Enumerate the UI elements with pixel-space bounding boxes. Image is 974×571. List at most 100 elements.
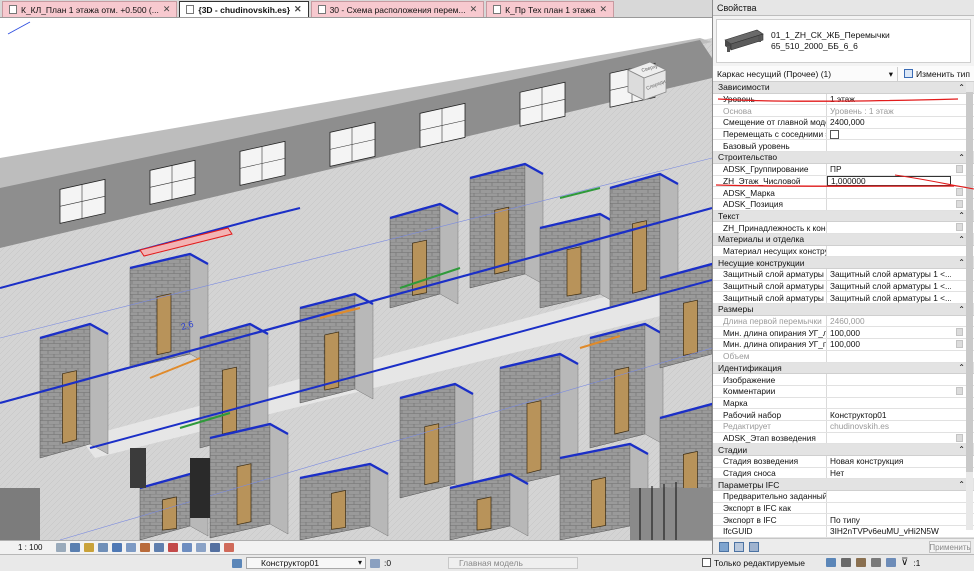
property-value[interactable]: Защитный слой арматуры 1 <... bbox=[827, 269, 951, 280]
property-row[interactable]: Экспорт в IFC как bbox=[713, 502, 974, 515]
property-value[interactable]: Нет bbox=[827, 468, 951, 479]
editable-only-toggle[interactable]: Только редактируемые ⊽ :1 bbox=[702, 557, 920, 568]
apply-button[interactable]: Применить bbox=[929, 541, 971, 553]
property-value[interactable] bbox=[827, 433, 951, 444]
property-row[interactable]: Изображение bbox=[713, 374, 974, 386]
property-row[interactable]: ADSK_Этап возведения bbox=[713, 432, 974, 445]
active-workset-dropdown[interactable]: Конструктор01 bbox=[246, 557, 366, 569]
3d-model-scene[interactable]: 2,6 bbox=[0, 18, 712, 540]
crop-view-icon[interactable] bbox=[126, 543, 136, 552]
property-value[interactable] bbox=[827, 140, 951, 151]
property-value[interactable] bbox=[827, 503, 951, 514]
collapse-icon[interactable]: ⌃ bbox=[958, 480, 965, 489]
property-row[interactable]: Длина первой перемычки 2460,000 bbox=[713, 315, 974, 328]
property-row[interactable]: Защитный слой арматуры - ... Защитный сло… bbox=[713, 292, 974, 305]
drag-on-selection-icon[interactable] bbox=[885, 558, 896, 567]
property-row[interactable]: Мин. длина опирания УГ_левая100,000 bbox=[713, 327, 974, 340]
checkbox-icon[interactable] bbox=[830, 129, 839, 139]
property-row[interactable]: Защитный слой арматуры - ... Защитный сло… bbox=[713, 269, 974, 281]
property-row[interactable]: Объем bbox=[713, 350, 974, 363]
sun-path-icon[interactable] bbox=[84, 543, 94, 552]
associate-parameter-icon[interactable] bbox=[956, 223, 963, 232]
property-row[interactable]: ADSK_Группирование ПР bbox=[713, 163, 974, 176]
property-row[interactable]: ZH_Этаж_Числовой 1,000000 bbox=[713, 175, 974, 188]
close-icon[interactable]: ✕ bbox=[599, 4, 607, 15]
property-value[interactable]: Новая конструкция bbox=[827, 456, 951, 467]
select-underlay-icon[interactable] bbox=[840, 558, 851, 567]
highlight-displacement-icon[interactable] bbox=[210, 543, 220, 552]
property-value[interactable] bbox=[827, 129, 951, 140]
view-tab[interactable]: К_КЛ_План 1 этажа отм. +0.500 (... ✕ bbox=[2, 1, 178, 17]
associate-parameter-icon[interactable] bbox=[956, 433, 963, 442]
select-by-face-icon[interactable] bbox=[870, 558, 881, 567]
instance-filter-dropdown[interactable]: Каркас несущий (Прочее) (1) ▾ bbox=[717, 69, 897, 79]
worksets-dialog-icon[interactable] bbox=[370, 558, 380, 568]
property-row[interactable]: Стадия сноса Нет bbox=[713, 467, 974, 480]
select-links-icon[interactable] bbox=[825, 558, 836, 567]
property-row[interactable]: Стадия возведения Новая конструкция bbox=[713, 456, 974, 468]
property-value[interactable]: Уровень : 1 этаж bbox=[827, 105, 951, 116]
property-row[interactable]: Смещение от главной модели2400,000 bbox=[713, 117, 974, 129]
collapse-icon[interactable]: ⌃ bbox=[958, 305, 965, 314]
properties-scrollbar[interactable] bbox=[966, 82, 973, 530]
property-row[interactable]: Рабочий набор Конструктор01 bbox=[713, 409, 974, 421]
property-category[interactable]: Несущие конструкции ⌃ bbox=[713, 257, 974, 269]
close-icon[interactable]: ✕ bbox=[163, 4, 171, 15]
viewcube-icon[interactable]: Сверху Спереди bbox=[620, 56, 670, 104]
properties-sort-icon[interactable] bbox=[734, 541, 744, 552]
property-category[interactable]: Материалы и отделка ⌃ bbox=[713, 233, 974, 246]
property-value[interactable] bbox=[827, 351, 951, 362]
view-tab[interactable]: {3D - chudinovskih.es} ✕ bbox=[179, 1, 309, 17]
view-tab[interactable]: 30 - Схема расположения перем... ✕ bbox=[310, 1, 485, 17]
property-row[interactable]: Предварительно заданный ти... bbox=[713, 491, 974, 503]
property-category[interactable]: Стадии ⌃ bbox=[713, 444, 974, 456]
property-value[interactable] bbox=[827, 398, 951, 409]
property-row[interactable]: Базовый уровень bbox=[713, 140, 974, 153]
view-scale[interactable]: 1 : 100 bbox=[18, 543, 52, 552]
property-row[interactable]: Редактирует chudinovskih.es bbox=[713, 420, 974, 433]
property-value[interactable]: 100,000 bbox=[827, 327, 951, 338]
property-category[interactable]: Размеры ⌃ bbox=[713, 304, 974, 316]
property-row[interactable]: ZH_Принадлежность к конст... bbox=[713, 222, 974, 234]
property-row[interactable]: Марка bbox=[713, 397, 974, 410]
filter-icon[interactable]: ⊽ bbox=[901, 557, 908, 568]
reveal-hidden-icon[interactable] bbox=[182, 543, 192, 552]
checkbox-icon[interactable] bbox=[702, 558, 711, 567]
lock-view-icon[interactable] bbox=[154, 543, 164, 552]
property-row[interactable]: ADSK_Позиция bbox=[713, 198, 974, 211]
collapse-icon[interactable]: ⌃ bbox=[958, 445, 965, 454]
collapse-icon[interactable]: ⌃ bbox=[958, 258, 965, 267]
view-tab[interactable]: К_Пр Тех план 1 этажа ✕ bbox=[486, 1, 614, 17]
property-row[interactable]: Защитный слой арматуры - ... Защитный сло… bbox=[713, 280, 974, 293]
property-value[interactable] bbox=[827, 491, 951, 502]
select-pinned-icon[interactable] bbox=[855, 558, 866, 567]
property-category[interactable]: Текст ⌃ bbox=[713, 210, 974, 223]
property-value[interactable] bbox=[827, 386, 951, 397]
property-row[interactable]: IfcGUID 3IH2nTVPv6euMU_vHi2N5W bbox=[713, 526, 974, 538]
property-value[interactable]: 3IH2nTVPv6euMU_vHi2N5W bbox=[827, 526, 951, 537]
reveal-constraints-icon[interactable] bbox=[224, 543, 234, 552]
collapse-icon[interactable]: ⌃ bbox=[958, 235, 965, 244]
properties-help-icon[interactable] bbox=[719, 541, 729, 552]
property-value[interactable]: 2460,000 bbox=[827, 316, 951, 327]
property-value[interactable] bbox=[827, 374, 951, 385]
associate-parameter-icon[interactable] bbox=[956, 340, 963, 349]
collapse-icon[interactable]: ⌃ bbox=[958, 83, 965, 92]
property-category[interactable]: Строительство ⌃ bbox=[713, 152, 974, 164]
associate-parameter-icon[interactable] bbox=[956, 188, 963, 197]
property-value[interactable]: Защитный слой арматуры 1 <... bbox=[827, 281, 951, 292]
render-icon[interactable] bbox=[112, 543, 122, 552]
property-value[interactable]: Защитный слой арматуры 1 <... bbox=[827, 292, 951, 303]
property-value[interactable] bbox=[827, 246, 951, 257]
property-value[interactable]: Конструктор01 bbox=[827, 409, 951, 420]
collapse-icon[interactable]: ⌃ bbox=[958, 153, 965, 162]
property-value[interactable] bbox=[827, 199, 951, 210]
visual-style-icon[interactable] bbox=[70, 543, 80, 552]
properties-group-icon[interactable] bbox=[749, 541, 759, 552]
property-category[interactable]: Параметры IFC ⌃ bbox=[713, 479, 974, 492]
associate-parameter-icon[interactable] bbox=[956, 164, 963, 173]
property-row[interactable]: Материал несущих конструк... bbox=[713, 245, 974, 258]
analytical-model-icon[interactable] bbox=[196, 543, 206, 552]
design-option-dropdown[interactable]: Главная модель bbox=[448, 557, 578, 569]
associate-parameter-icon[interactable] bbox=[956, 386, 963, 395]
